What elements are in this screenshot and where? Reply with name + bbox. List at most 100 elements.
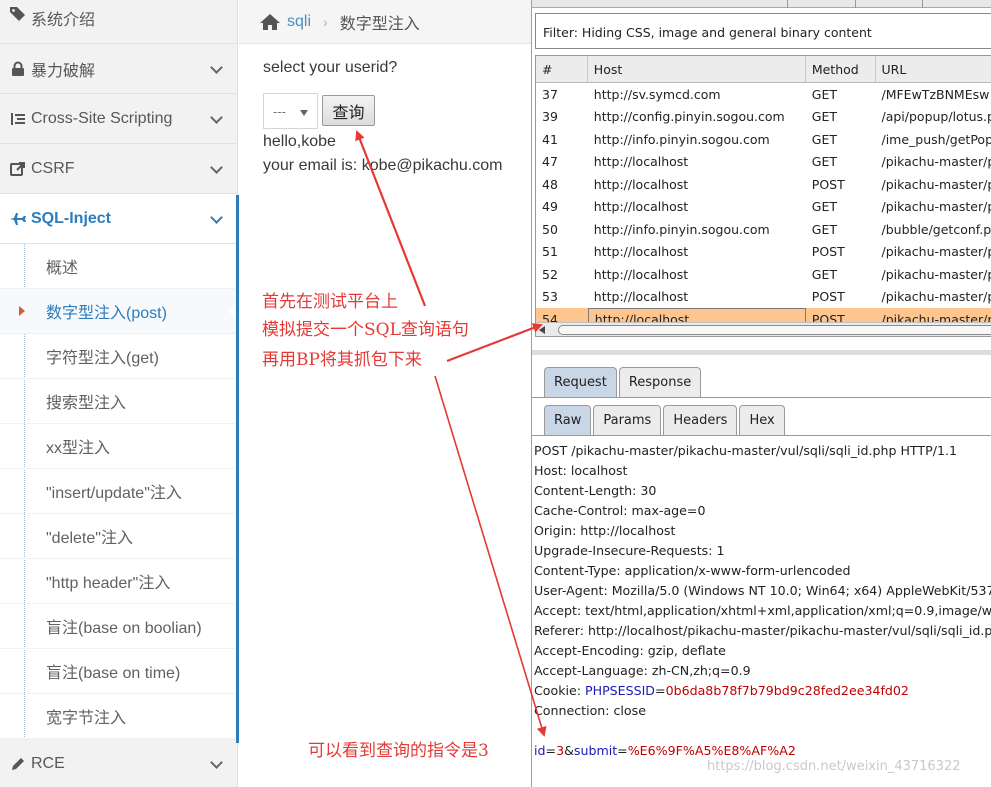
submenu-item-label: xx型注入 xyxy=(46,440,111,457)
message-view-tabs: Raw Params Headers Hex xyxy=(544,405,787,435)
request-line: Accept: text/html,application/xhtml+xml,… xyxy=(534,603,991,618)
request-body: id=3&submit=%E6%9F%A5%E8%AF%A2 xyxy=(534,741,991,761)
home-icon[interactable] xyxy=(259,13,281,31)
submenu-item-label: "http header"注入 xyxy=(46,575,171,592)
submenu-item-label: 搜索型注入 xyxy=(46,395,127,412)
submenu-item-blind-time[interactable]: 盲注(base on time) xyxy=(0,649,237,694)
table-row[interactable]: 39 http://config.pinyin.sogou.com GET/api/… xyxy=(536,106,991,129)
column-header-method[interactable]: Method xyxy=(806,56,876,82)
submenu-item-numeric-post[interactable]: 数字型注入(post) xyxy=(0,289,238,334)
pane-divider[interactable] xyxy=(532,350,991,355)
plane-icon xyxy=(8,212,28,226)
submenu-item-search[interactable]: 搜索型注入 xyxy=(0,379,237,424)
userid-select[interactable]: --- xyxy=(263,93,318,129)
submenu-item-string-get[interactable]: 字符型注入(get) xyxy=(0,334,237,379)
request-line: Cache-Control: max-age=0 xyxy=(534,503,706,518)
param-sep: & xyxy=(564,743,574,758)
burp-proxy-panel: Filter: Hiding CSS, image and general bi… xyxy=(531,0,991,787)
breadcrumb-link-sqli[interactable]: sqli xyxy=(287,13,311,31)
share-icon xyxy=(8,161,28,177)
cell-method: GET xyxy=(811,221,838,237)
tab-hex[interactable]: Hex xyxy=(739,405,785,435)
cell-url: /ime_push/getPopu xyxy=(881,131,991,147)
tab-raw[interactable]: Raw xyxy=(544,405,592,435)
cookie-prefix: Cookie: xyxy=(534,683,585,698)
sidebar-item-label: RCE xyxy=(31,754,65,772)
cell-host: http://info.pinyin.sogou.com xyxy=(593,131,770,147)
horizontal-scrollbar[interactable] xyxy=(536,322,991,336)
sidebar-item-rce[interactable]: RCE xyxy=(0,739,237,787)
column-header-num[interactable]: # xyxy=(536,56,588,82)
submenu-item-xx[interactable]: xx型注入 xyxy=(0,424,237,469)
sidebar-item-label: 系统介绍 xyxy=(31,12,96,29)
sidebar-item-csrf[interactable]: CSRF xyxy=(0,144,237,194)
cell-host: http://localhost xyxy=(593,266,689,282)
proxy-history-table: # Host Method URL 37 http://sv.symcd.com G… xyxy=(535,55,991,337)
submenu-item-wide-byte[interactable]: 宽字节注入 xyxy=(0,694,237,739)
query-button[interactable]: 查询 xyxy=(322,95,375,126)
cell-num: 47 xyxy=(542,154,558,170)
cell-url: /pikachu-master/p xyxy=(881,244,991,260)
scroll-left-icon[interactable] xyxy=(539,326,545,334)
sidebar-item-xss[interactable]: Cross-Site Scripting xyxy=(0,94,237,144)
annotation-line-3: 再用BP将其抓包下来 xyxy=(262,350,422,370)
param-eq: = xyxy=(617,743,628,758)
sidebar-item-sql-inject[interactable]: SQL-Inject xyxy=(0,194,237,244)
table-row[interactable]: 51 http://localhost POST/pikachu-master/p xyxy=(536,241,991,264)
chevron-down-icon xyxy=(210,160,223,174)
submenu-item-label: "insert/update"注入 xyxy=(46,485,182,502)
column-header-host[interactable]: Host xyxy=(588,56,806,82)
raw-request-editor[interactable]: POST /pikachu-master/pikachu-master/vul/… xyxy=(534,441,991,761)
tab-response[interactable]: Response xyxy=(618,367,702,397)
cell-url: /MFEwTzBNMEsw xyxy=(881,86,990,102)
sql-inject-submenu: 概述 数字型注入(post) 字符型注入(get) 搜索型注入 xx型注入 "i… xyxy=(0,244,238,739)
proxy-filter-bar[interactable]: Filter: Hiding CSS, image and general bi… xyxy=(535,13,991,49)
tab-params[interactable]: Params xyxy=(593,405,662,435)
submenu-item-overview[interactable]: 概述 xyxy=(0,244,237,289)
tags-icon xyxy=(8,6,28,22)
request-line: Host: localhost xyxy=(534,463,628,478)
request-line: POST /pikachu-master/pikachu-master/vul/… xyxy=(534,443,957,458)
submenu-item-delete[interactable]: "delete"注入 xyxy=(0,514,237,559)
cell-method: GET xyxy=(811,154,838,170)
table-row[interactable]: 47 http://localhost GET/pikachu-master/p xyxy=(536,151,991,174)
table-row[interactable]: 52 http://localhost GET/pikachu-master/p xyxy=(536,263,991,286)
cell-num: 51 xyxy=(542,244,558,260)
cell-method: POST xyxy=(811,176,845,192)
cell-url: /pikachu-master/p xyxy=(881,289,991,305)
sidebar-item-intro[interactable]: 系统介绍 xyxy=(0,0,237,44)
table-row[interactable]: 37 http://sv.symcd.com GET/MFEwTzBNMEsw xyxy=(536,83,991,106)
cookie-line: Cookie: PHPSESSID=0b6da8b78f7b79bd9c28fe… xyxy=(534,681,991,701)
cell-method: GET xyxy=(811,131,838,147)
tab-baseline xyxy=(532,397,991,398)
scrollbar-thumb[interactable] xyxy=(558,325,991,335)
sidebar-item-brute-force[interactable]: 暴力破解 xyxy=(0,44,237,94)
submenu-item-insert-update[interactable]: "insert/update"注入 xyxy=(0,469,237,514)
submenu-item-blind-boolean[interactable]: 盲注(base on boolian) xyxy=(0,604,237,649)
table-row[interactable]: 41 http://info.pinyin.sogou.com GET/ime_pu… xyxy=(536,128,991,151)
table-row[interactable]: 48 http://localhost POST/pikachu-master/p xyxy=(536,173,991,196)
cell-num: 49 xyxy=(542,199,558,215)
cell-host: http://localhost xyxy=(593,244,689,260)
cell-host: http://localhost xyxy=(593,289,689,305)
caret-right-icon xyxy=(19,306,25,316)
table-row[interactable]: 49 http://localhost GET/pikachu-master/p xyxy=(536,196,991,219)
cell-host: http://localhost xyxy=(593,199,689,215)
cell-num: 48 xyxy=(542,176,558,192)
breadcrumb-separator: › xyxy=(323,13,328,30)
column-header-url[interactable]: URL xyxy=(876,56,991,82)
cell-host: http://sv.symcd.com xyxy=(593,86,721,102)
submenu-item-http-header[interactable]: "http header"注入 xyxy=(0,559,237,604)
request-line: Connection: close xyxy=(534,703,646,718)
cell-url: /bubble/getconf.ph xyxy=(881,221,991,237)
table-row[interactable]: 50 http://info.pinyin.sogou.com GET/bubble… xyxy=(536,218,991,241)
submenu-item-label: "delete"注入 xyxy=(46,530,133,547)
request-line: Upgrade-Insecure-Requests: 1 xyxy=(534,543,725,558)
cell-host: http://info.pinyin.sogou.com xyxy=(593,221,770,237)
table-row[interactable]: 53 http://localhost POST/pikachu-master/p xyxy=(536,286,991,309)
cell-host: http://localhost xyxy=(593,154,689,170)
tab-request[interactable]: Request xyxy=(544,367,617,397)
burp-top-strip xyxy=(532,0,991,8)
cell-num: 52 xyxy=(542,266,558,282)
tab-headers[interactable]: Headers xyxy=(663,405,738,435)
